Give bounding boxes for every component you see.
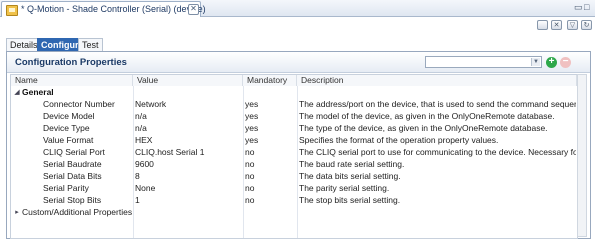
property-mandatory: yes — [245, 135, 259, 145]
property-name: Serial Parity — [43, 183, 89, 193]
property-description: Specifies the format of the operation pr… — [299, 135, 499, 145]
maximize-icon[interactable]: □ — [584, 3, 589, 12]
vertical-scrollbar[interactable] — [577, 74, 587, 237]
property-description: The baud rate serial setting. — [299, 159, 405, 169]
property-mandatory: yes — [245, 111, 259, 121]
close-tab-icon[interactable]: ✕ — [188, 4, 199, 15]
tab-test[interactable]: Test — [78, 38, 103, 52]
column-header-description[interactable]: Description — [297, 75, 577, 86]
expanded-arrow-icon[interactable]: ◢ — [13, 87, 21, 98]
table-row[interactable]: Connector Number Network yes The address… — [11, 99, 577, 110]
property-description: The stop bits serial setting. — [299, 195, 401, 205]
table-row[interactable]: Serial Baudrate 9600 no The baud rate se… — [11, 159, 577, 170]
property-description: The data bits serial setting. — [299, 171, 401, 181]
group-row-custom[interactable]: ▸ Custom/Additional Properties — [11, 207, 577, 218]
collapsed-arrow-icon[interactable]: ▸ — [13, 207, 21, 218]
properties-grid: Name Value Mandatory Description ◢ Gener… — [10, 74, 578, 239]
editor-tab[interactable]: * Q-Motion - Shade Controller (Serial) (… — [1, 1, 206, 17]
group-label: General — [22, 87, 54, 97]
property-mandatory: yes — [245, 123, 259, 133]
remove-property-button[interactable]: − — [560, 57, 571, 68]
property-name: Connector Number — [43, 99, 115, 109]
property-mandatory: no — [245, 147, 255, 157]
table-row[interactable]: Serial Stop Bits 1 no The stop bits seri… — [11, 195, 577, 206]
group-row-general[interactable]: ◢ General — [11, 87, 577, 98]
property-mandatory: no — [245, 183, 255, 193]
refresh-icon[interactable]: ↻ — [581, 20, 592, 30]
property-name: Serial Stop Bits — [43, 195, 102, 205]
property-value[interactable]: n/a — [135, 123, 241, 134]
property-description: The model of the device, as given in the… — [299, 111, 555, 121]
property-mandatory: yes — [245, 99, 259, 109]
property-value[interactable]: None — [135, 183, 241, 194]
table-row[interactable]: CLIQ Serial Port CLIQ.host Serial 1 no T… — [11, 147, 577, 158]
property-mandatory: no — [245, 159, 255, 169]
property-description: The parity serial setting. — [299, 183, 390, 193]
property-mandatory: no — [245, 195, 255, 205]
tab-title: * Q-Motion - Shade Controller (Serial) (… — [21, 4, 206, 14]
device-icon — [6, 5, 18, 16]
property-description: The address/port on the device, that is … — [299, 99, 576, 109]
property-description: The CLIQ serial port to use for communic… — [299, 147, 576, 157]
editor-toolbar: ✕ ▽ ↻ — [0, 17, 595, 33]
property-value[interactable]: HEX — [135, 135, 241, 146]
property-value[interactable]: 9600 — [135, 159, 241, 170]
property-value[interactable]: n/a — [135, 111, 241, 122]
filter-icon[interactable]: ▽ — [567, 20, 578, 30]
panel-header: Configuration Properties ▼ + − — [7, 52, 590, 73]
add-property-button[interactable]: + — [546, 57, 557, 68]
property-description: The type of the device, as given in the … — [299, 123, 548, 133]
table-row[interactable]: Serial Parity None no The parity serial … — [11, 183, 577, 194]
column-header-name[interactable]: Name — [11, 75, 133, 86]
property-name: Serial Data Bits — [43, 171, 102, 181]
panel-title: Configuration Properties — [15, 57, 127, 68]
property-name: Value Format — [43, 135, 94, 145]
save-icon[interactable] — [537, 20, 548, 30]
column-header-mandatory[interactable]: Mandatory — [243, 75, 297, 86]
property-name: Device Type — [43, 123, 90, 133]
configuration-panel: Configuration Properties ▼ + − Name Valu… — [6, 51, 591, 239]
property-combo[interactable]: ▼ — [425, 56, 542, 68]
property-value[interactable]: CLIQ.host Serial 1 — [135, 147, 241, 158]
table-row[interactable]: Device Type n/a yes The type of the devi… — [11, 123, 577, 134]
editor-title-bar: * Q-Motion - Shade Controller (Serial) (… — [0, 0, 595, 17]
property-value[interactable]: 8 — [135, 171, 241, 182]
property-mandatory: no — [245, 171, 255, 181]
group-label: Custom/Additional Properties — [22, 207, 132, 217]
property-value[interactable]: Network — [135, 99, 241, 110]
property-name: Serial Baudrate — [43, 159, 102, 169]
minimize-icon[interactable]: ▭ — [574, 3, 583, 12]
table-row[interactable]: Value Format HEX yes Specifies the forma… — [11, 135, 577, 146]
table-row[interactable]: Device Model n/a yes The model of the de… — [11, 111, 577, 122]
delete-icon[interactable]: ✕ — [551, 20, 562, 30]
property-name: Device Model — [43, 111, 95, 121]
table-row[interactable]: Serial Data Bits 8 no The data bits seri… — [11, 171, 577, 182]
chevron-down-icon[interactable]: ▼ — [531, 58, 540, 66]
property-value[interactable]: 1 — [135, 195, 241, 206]
column-header-value[interactable]: Value — [133, 75, 243, 86]
property-name: CLIQ Serial Port — [43, 147, 105, 157]
